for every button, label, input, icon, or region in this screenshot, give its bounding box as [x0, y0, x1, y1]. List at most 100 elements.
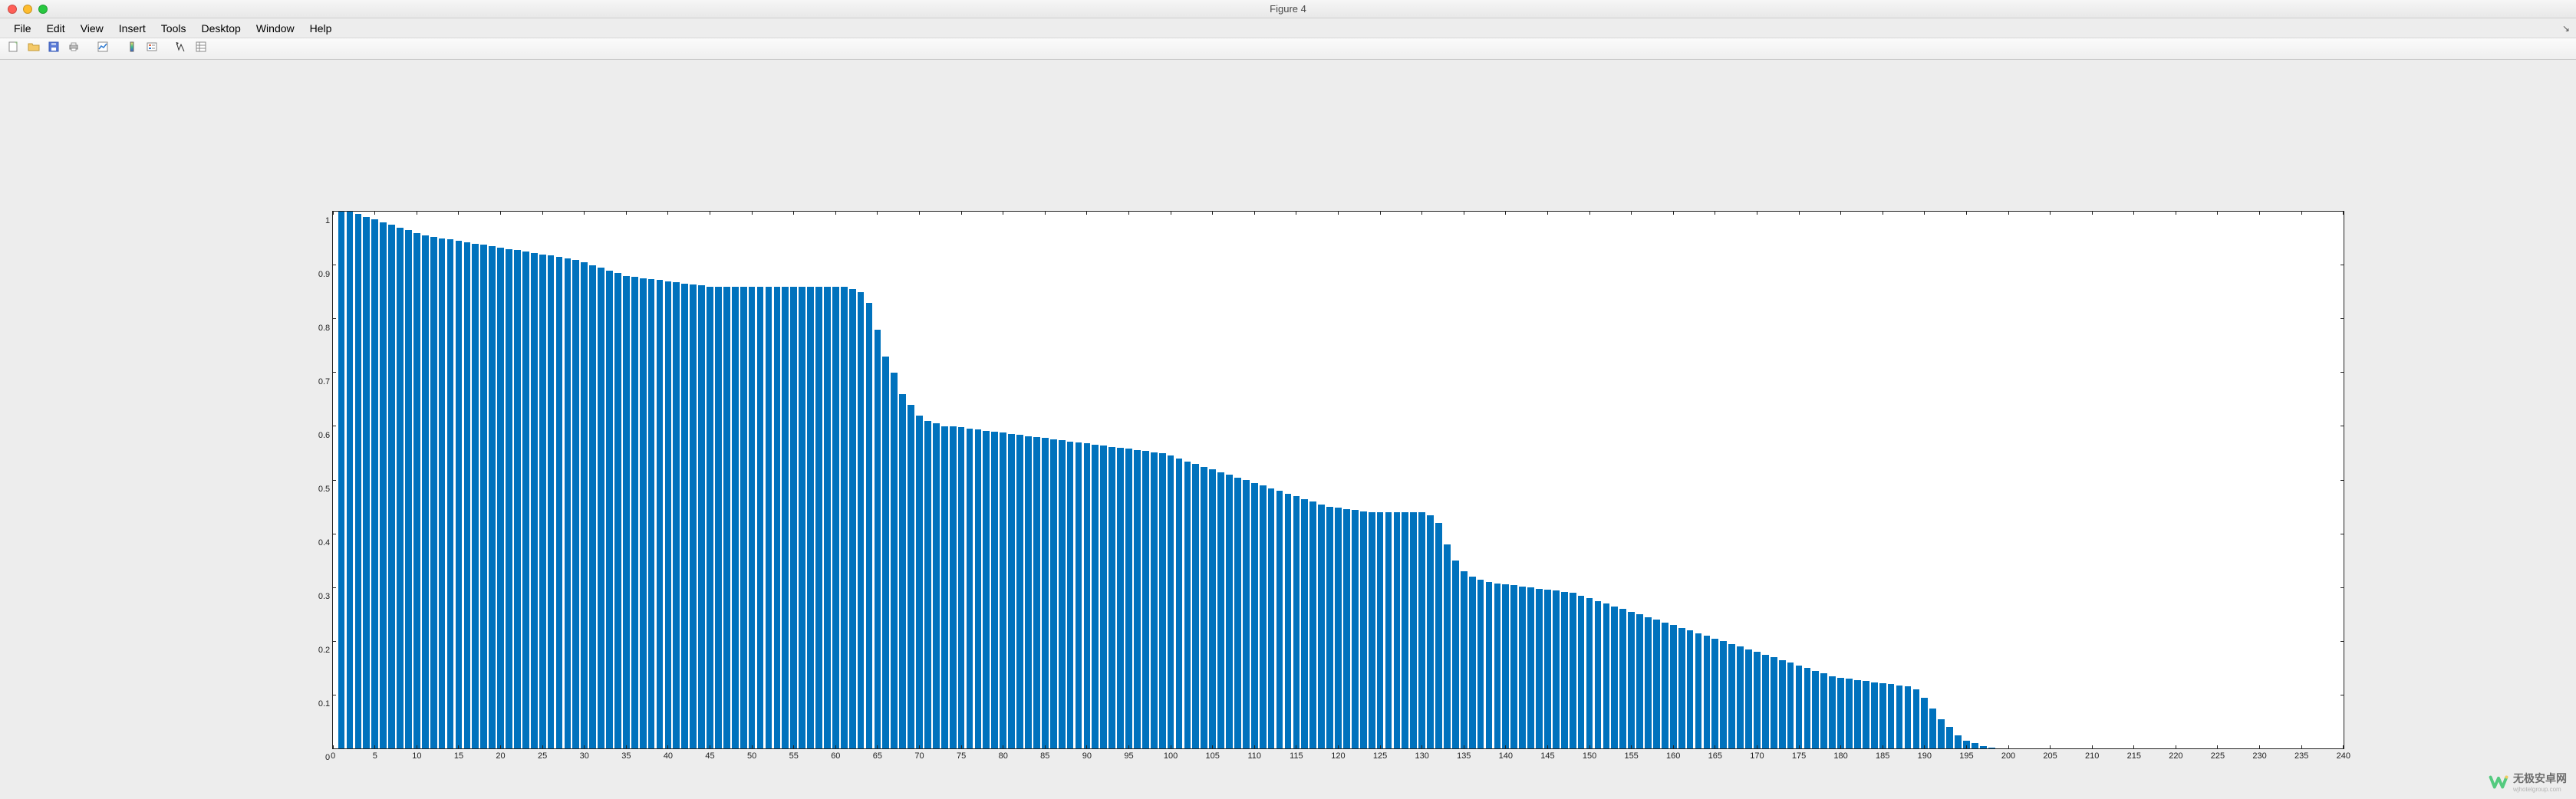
bar	[439, 238, 446, 749]
y-tick-label: 0.5	[318, 485, 330, 494]
menu-edit[interactable]: Edit	[39, 20, 73, 37]
bar	[1670, 625, 1677, 748]
bar	[790, 287, 797, 749]
x-tick-mark	[1380, 211, 1381, 215]
bar	[841, 287, 848, 749]
bar	[506, 249, 512, 749]
bar	[1318, 505, 1325, 749]
x-tick-label: 140	[1499, 751, 1513, 761]
save-button[interactable]	[44, 41, 63, 58]
x-tick-label: 130	[1415, 751, 1428, 761]
bar	[1737, 646, 1744, 748]
bar	[598, 268, 604, 748]
bar	[371, 219, 378, 748]
x-tick-mark	[877, 211, 878, 215]
x-tick-mark	[584, 745, 585, 749]
x-tick-mark	[1045, 745, 1046, 749]
x-tick-mark	[961, 745, 962, 749]
bar	[1570, 593, 1576, 748]
x-tick-mark	[1254, 745, 1255, 749]
minimize-window-button[interactable]	[23, 5, 32, 14]
x-tick-mark	[1589, 745, 1590, 749]
zoom-window-button[interactable]	[38, 5, 48, 14]
menu-file[interactable]: File	[6, 20, 39, 37]
bar	[548, 255, 555, 748]
x-tick-label: 25	[538, 751, 547, 761]
bar	[1008, 434, 1015, 749]
new-figure-button[interactable]	[5, 41, 23, 58]
y-tick-label: 0.1	[318, 699, 330, 709]
menu-desktop[interactable]: Desktop	[193, 20, 248, 37]
bar	[1234, 478, 1241, 749]
figure-canvas: 00.10.20.30.40.50.60.70.80.9105101520253…	[0, 60, 2576, 799]
bar	[497, 248, 504, 748]
link-plot-button[interactable]	[94, 41, 112, 58]
menu-help[interactable]: Help	[302, 20, 340, 37]
bar	[1360, 511, 1367, 749]
bar	[1243, 480, 1250, 748]
bar	[916, 416, 923, 748]
x-tick-mark	[1212, 745, 1213, 749]
bar	[673, 282, 680, 748]
bar	[723, 287, 730, 749]
property-inspector-button[interactable]	[192, 41, 210, 58]
bar	[1394, 512, 1401, 748]
bar	[1486, 582, 1493, 748]
edit-plot-button[interactable]	[172, 41, 190, 58]
x-tick-mark	[1924, 745, 1925, 749]
x-tick-mark	[1128, 211, 1129, 215]
x-tick-label: 60	[831, 751, 840, 761]
y-tick-mark	[2340, 641, 2344, 642]
bar	[991, 432, 998, 748]
x-tick-mark	[1631, 745, 1632, 749]
x-tick-mark	[919, 745, 920, 749]
bar	[933, 423, 940, 748]
bar	[347, 212, 354, 749]
menubar-overflow-icon[interactable]: ↘	[2562, 23, 2570, 34]
bar	[1260, 485, 1267, 748]
print-button[interactable]	[64, 41, 83, 58]
bar	[1905, 686, 1912, 748]
x-tick-label: 85	[1040, 751, 1049, 761]
bar	[766, 287, 772, 749]
watermark-logo-icon	[2489, 772, 2508, 792]
menu-tools[interactable]: Tools	[153, 20, 194, 37]
bar	[1050, 439, 1057, 749]
bar	[740, 287, 747, 749]
bar	[1285, 494, 1292, 749]
bar	[1276, 491, 1283, 748]
bar	[514, 250, 521, 748]
insert-legend-button[interactable]	[143, 41, 161, 58]
bar	[1343, 509, 1350, 749]
bar	[1335, 508, 1342, 748]
open-button[interactable]	[25, 41, 43, 58]
bar	[1059, 440, 1066, 748]
x-tick-mark	[667, 211, 668, 215]
bar	[1108, 447, 1115, 749]
x-tick-label: 200	[2001, 751, 2015, 761]
bar	[1510, 585, 1517, 748]
bar	[1151, 452, 1158, 749]
bar	[1444, 544, 1451, 748]
bar	[1477, 580, 1484, 749]
x-tick-label: 75	[957, 751, 966, 761]
x-tick-label: 210	[2085, 751, 2099, 761]
x-tick-mark	[1212, 211, 1213, 215]
menu-view[interactable]: View	[73, 20, 111, 37]
bar	[1410, 512, 1417, 748]
bar	[983, 431, 990, 749]
close-window-button[interactable]	[8, 5, 17, 14]
bar	[1796, 666, 1803, 749]
bar	[941, 426, 948, 748]
insert-colorbar-button[interactable]	[123, 41, 141, 58]
x-tick-mark	[1380, 745, 1381, 749]
x-tick-mark	[667, 745, 668, 749]
bar	[1955, 735, 1962, 749]
bar	[1720, 641, 1727, 748]
bar	[1033, 437, 1040, 748]
bar	[1921, 698, 1928, 749]
menu-window[interactable]: Window	[249, 20, 302, 37]
bar	[1084, 443, 1091, 748]
menu-insert[interactable]: Insert	[111, 20, 153, 37]
bar	[531, 253, 538, 748]
